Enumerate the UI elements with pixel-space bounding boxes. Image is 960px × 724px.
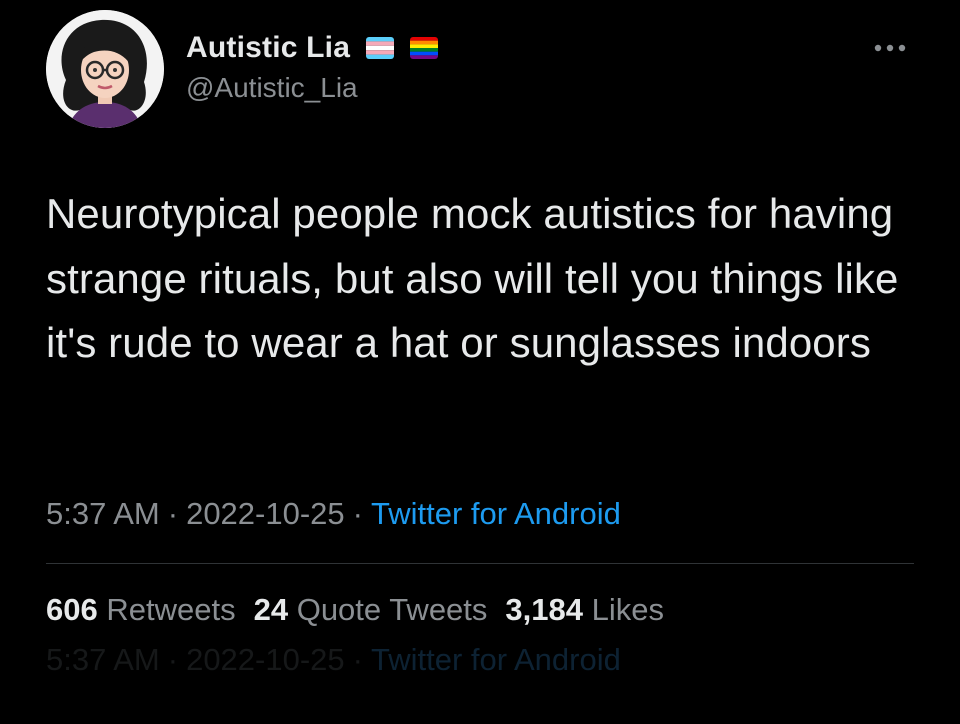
avatar[interactable] [46,10,164,128]
more-options-icon [874,44,906,52]
meta-separator: · [167,496,179,531]
ghost-tweet-time: 5:37 AM [46,642,160,677]
retweets-label: Retweets [106,592,236,627]
tweet-date[interactable]: 2022-10-25 [186,496,345,531]
tweet-text: Neurotypical people mock autistics for h… [46,190,899,366]
retweets-count: 606 [46,592,98,627]
avatar-illustration-icon [46,10,164,128]
transgender-flag-icon [366,37,395,59]
ghost-tweet-metadata: 5:37 AM · 2022-10-25 · Twitter for Android [46,638,621,682]
meta-separator: · [352,496,363,531]
quote-tweets-stat[interactable]: 24 Quote Tweets [254,592,488,627]
ghost-meta-separator: · [352,642,363,677]
author-display-name[interactable]: Autistic Lia [186,31,350,65]
tweet-stats: 606 Retweets 24 Quote Tweets 3,184 Likes [46,588,664,632]
tweet-source-link[interactable]: Twitter for Android [371,496,621,531]
ghost-tweet-date: 2022-10-25 [186,642,345,677]
tweet-card: Autistic Lia @Autistic_Lia Neurotypical … [0,0,960,724]
likes-stat[interactable]: 3,184 Likes [505,592,664,627]
retweets-stat[interactable]: 606 Retweets [46,592,236,627]
more-options-button[interactable] [868,36,912,60]
rainbow-flag-icon [410,37,439,59]
ghost-tweet-source: Twitter for Android [370,642,621,677]
ghost-meta-separator: · [167,642,179,677]
author-name-row: Autistic Lia [186,28,439,68]
quote-tweets-count: 24 [253,592,289,627]
divider [46,563,914,564]
likes-label: Likes [591,592,664,627]
tweet-time[interactable]: 5:37 AM [46,496,160,531]
author-handle[interactable]: @Autistic_Lia [186,72,358,104]
tweet-metadata: 5:37 AM · 2022-10-25 · Twitter for Android [46,492,621,536]
quote-tweets-label: Quote Tweets [296,592,488,627]
likes-count: 3,184 [505,592,583,627]
